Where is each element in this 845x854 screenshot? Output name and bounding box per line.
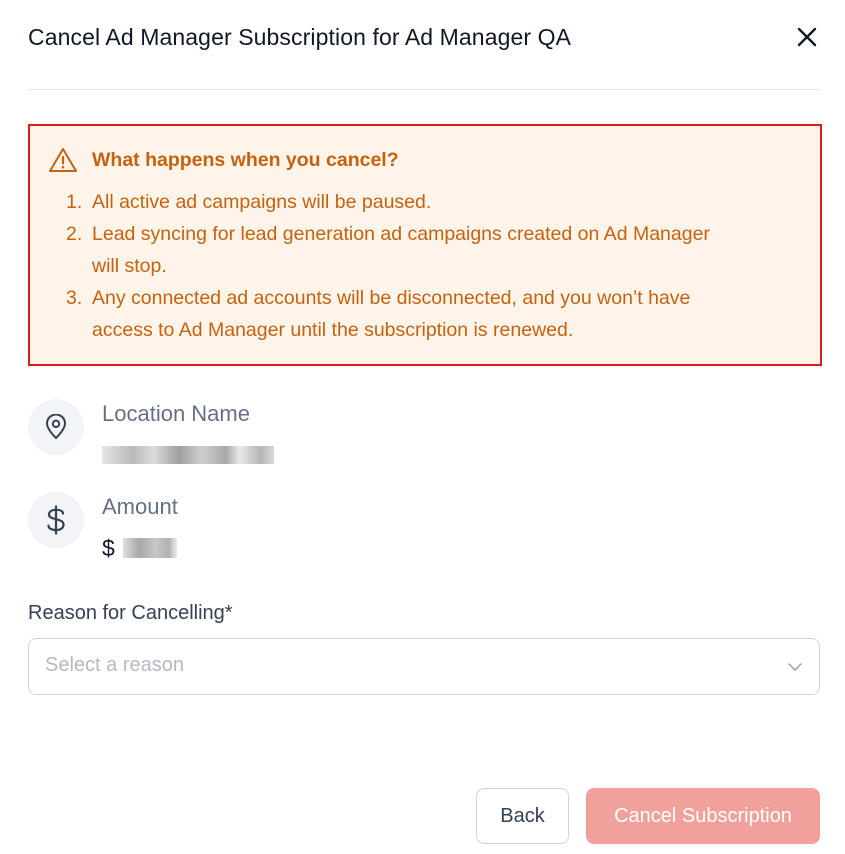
warning-item-text: All active ad campaigns will be paused. (92, 191, 432, 213)
warning-item: 1. All active ad campaigns will be pause… (66, 186, 726, 218)
warning-item-text: Lead syncing for lead generation ad camp… (92, 223, 710, 277)
amount-label: Amount (102, 494, 178, 519)
modal-header: Cancel Ad Manager Subscription for Ad Ma… (28, 22, 820, 54)
location-pin-icon (46, 414, 66, 439)
chevron-down-icon (788, 663, 802, 671)
location-row: Location Name (28, 399, 528, 469)
warning-item-number: 2. (66, 223, 83, 245)
warning-item: 2. Lead syncing for lead generation ad c… (66, 218, 726, 282)
reason-select[interactable]: Select a reason (28, 638, 820, 695)
header-divider (28, 89, 820, 90)
warning-header: What happens when you cancel? (48, 146, 399, 174)
dollar-icon (47, 505, 65, 535)
close-button[interactable] (794, 24, 820, 50)
back-button[interactable]: Back (476, 788, 569, 844)
warning-triangle-icon (48, 146, 78, 174)
location-label: Location Name (102, 401, 250, 426)
redacted-amount-value (122, 538, 177, 558)
warning-item-number: 1. (66, 191, 83, 213)
warning-item-number: 3. (66, 287, 83, 309)
cancel-warning-box: What happens when you cancel? 1. All act… (28, 124, 822, 366)
warning-list: 1. All active ad campaigns will be pause… (66, 186, 726, 346)
redacted-location-name (102, 446, 274, 464)
warning-item-text: Any connected ad accounts will be discon… (92, 287, 691, 341)
warning-item: 3. Any connected ad accounts will be dis… (66, 282, 726, 346)
reason-select-placeholder: Select a reason (45, 654, 184, 676)
reason-label: Reason for Cancelling* (28, 602, 233, 624)
amount-row: Amount $ (28, 492, 528, 562)
currency-symbol: $ (102, 534, 115, 561)
amount-icon-badge (28, 492, 84, 548)
location-icon-badge (28, 399, 84, 455)
location-value-redacted (102, 443, 274, 467)
close-icon (797, 27, 817, 47)
cancel-subscription-button[interactable]: Cancel Subscription (586, 788, 820, 844)
amount-value: $ (102, 534, 177, 561)
warning-title: What happens when you cancel? (92, 148, 399, 171)
modal-title: Cancel Ad Manager Subscription for Ad Ma… (28, 24, 572, 50)
